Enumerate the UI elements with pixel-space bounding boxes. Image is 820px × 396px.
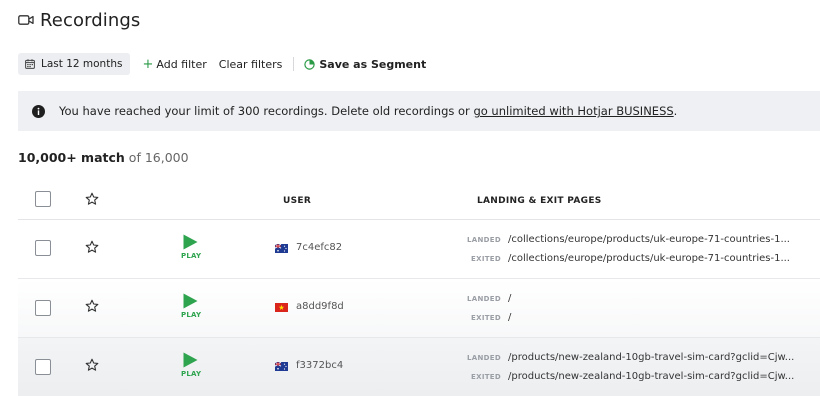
plus-icon: + — [142, 56, 154, 72]
play-icon — [183, 293, 198, 309]
play-label: PLAY — [181, 252, 202, 260]
column-pages[interactable]: LANDING & EXIT PAGES — [477, 196, 602, 206]
select-all-checkbox[interactable] — [35, 191, 51, 207]
play-icon — [183, 234, 198, 250]
exited-page[interactable]: / — [508, 312, 511, 323]
add-filter-button[interactable]: + Add filter — [142, 58, 206, 71]
filter-divider — [293, 57, 295, 71]
date-range-label: Last 12 months — [41, 58, 123, 70]
landed-label: LANDED — [467, 236, 501, 244]
user-id[interactable]: 7c4efc82 — [296, 242, 342, 253]
landed-page[interactable]: /products/new-zealand-10gb-travel-sim-ca… — [508, 352, 794, 363]
filter-bar: Last 12 months + Add filter Clear filter… — [18, 53, 426, 75]
calendar-icon — [25, 59, 35, 69]
match-count: 10,000+ match of 16,000 — [18, 150, 189, 165]
exited-page[interactable]: /products/new-zealand-10gb-travel-sim-ca… — [508, 371, 794, 382]
play-button[interactable]: PLAY — [181, 234, 202, 260]
play-label: PLAY — [181, 370, 202, 378]
save-segment-button[interactable]: Save as Segment — [304, 58, 426, 71]
play-button[interactable]: PLAY — [181, 293, 202, 319]
play-button[interactable]: PLAY — [181, 352, 202, 378]
user-id[interactable]: a8dd9f8d — [296, 301, 344, 312]
row-checkbox[interactable] — [35, 240, 51, 256]
australia-flag-icon — [275, 244, 288, 253]
table-header: USER LANDING & EXIT PAGES — [18, 182, 820, 220]
star-icon[interactable] — [85, 299, 99, 313]
landed-page[interactable]: / — [508, 293, 511, 304]
row-checkbox[interactable] — [35, 300, 51, 316]
upgrade-link[interactable]: go unlimited with Hotjar BUSINESS — [473, 104, 673, 118]
segment-icon — [304, 58, 316, 70]
page-title: Recordings — [40, 9, 141, 31]
play-icon — [183, 352, 198, 368]
table-row[interactable]: PLAY f3372bc4 LANDED /products/new-zeala… — [18, 338, 820, 396]
page-header: Recordings — [18, 8, 140, 32]
banner-suffix: . — [673, 104, 678, 118]
row-checkbox[interactable] — [35, 359, 51, 375]
play-label: PLAY — [181, 311, 202, 319]
star-icon[interactable] — [85, 192, 99, 206]
exited-page[interactable]: /collections/europe/products/uk-europe-7… — [508, 253, 790, 264]
exited-label: EXITED — [471, 314, 501, 322]
landed-page[interactable]: /collections/europe/products/uk-europe-7… — [508, 234, 790, 245]
table-row[interactable]: PLAY 7c4efc82 LANDED /collections/europe… — [18, 220, 820, 279]
user-id[interactable]: f3372bc4 — [296, 360, 343, 371]
exited-label: EXITED — [471, 373, 501, 381]
video-camera-icon — [18, 15, 34, 25]
match-count-value: 10,000+ match — [18, 150, 125, 165]
table-row[interactable]: PLAY a8dd9f8d LANDED / EXITED / — [18, 279, 820, 338]
match-total: of 16,000 — [128, 150, 189, 165]
info-icon — [32, 104, 45, 118]
exited-label: EXITED — [471, 255, 501, 263]
banner-message: You have reached your limit of 300 recor… — [59, 104, 677, 118]
clear-filters-button[interactable]: Clear filters — [219, 58, 283, 71]
landed-label: LANDED — [467, 295, 501, 303]
landed-label: LANDED — [467, 354, 501, 362]
vietnam-flag-icon — [275, 303, 288, 312]
banner-text: You have reached your limit of 300 recor… — [59, 104, 474, 118]
australia-flag-icon — [275, 362, 288, 371]
save-segment-label: Save as Segment — [319, 57, 427, 71]
star-icon[interactable] — [85, 240, 99, 254]
star-icon[interactable] — [85, 358, 99, 372]
date-range-button[interactable]: Last 12 months — [18, 53, 131, 75]
clear-filters-label: Clear filters — [218, 57, 283, 71]
add-filter-label: Add filter — [156, 57, 207, 71]
column-user[interactable]: USER — [283, 196, 311, 206]
limit-banner: You have reached your limit of 300 recor… — [18, 91, 820, 131]
